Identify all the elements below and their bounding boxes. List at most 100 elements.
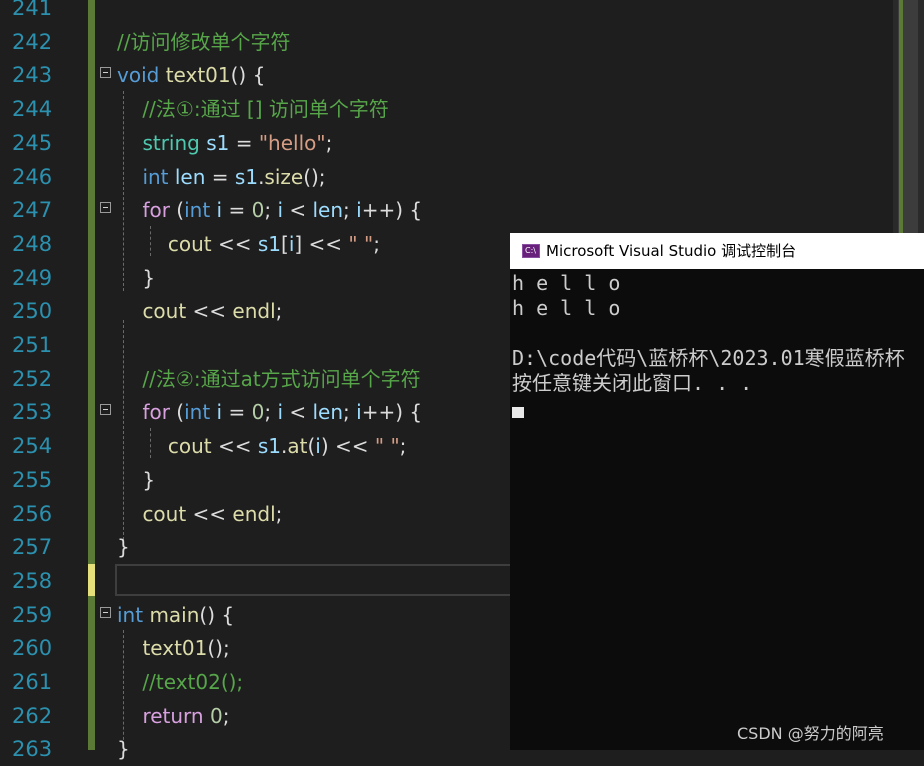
code-token: //访问修改单个字符 [117, 29, 291, 54]
code-text: } [117, 530, 130, 564]
code-token: s1 [206, 130, 230, 155]
line-number: 245 [12, 130, 53, 155]
code-token: (); [303, 164, 326, 189]
code-text: } [117, 261, 155, 295]
code-token: //法②:通过at方式访问单个字符 [117, 366, 421, 391]
fold-toggle-icon[interactable] [100, 67, 111, 79]
fold-toggle-icon[interactable] [100, 404, 111, 416]
console-title-bar[interactable]: C:\ Microsoft Visual Studio 调试控制台 [510, 233, 924, 269]
code-token: 0 [251, 198, 265, 223]
code-token: for [142, 400, 170, 425]
line-number: 263 [12, 737, 53, 762]
code-token: < [283, 400, 313, 425]
line-number: 258 [12, 568, 53, 593]
line-number: 246 [12, 164, 53, 189]
code-text: cout << s1[i] << " "; [117, 227, 380, 261]
code-token: [ [281, 231, 289, 256]
code-token: len [174, 164, 206, 189]
code-token: at [287, 434, 308, 459]
code-text: } [117, 463, 155, 497]
line-number: 255 [12, 467, 53, 492]
console-icon-label: C:\ [525, 246, 536, 255]
code-token: s1 [257, 231, 281, 256]
code-token: } [117, 737, 130, 762]
line-number: 254 [12, 434, 53, 459]
fold-toggle-icon[interactable] [100, 202, 111, 214]
code-token: s1 [234, 164, 259, 189]
code-token: } [117, 467, 156, 492]
line-number: 260 [12, 636, 53, 661]
code-token: ) << [320, 434, 375, 459]
line-number: 253 [12, 400, 53, 425]
code-token: cout [142, 501, 187, 526]
code-token: int [184, 400, 211, 425]
code-token: ++) { [361, 198, 423, 223]
code-token: size [264, 164, 304, 189]
watermark: CSDN @努力的阿亮 [737, 724, 884, 743]
code-text: //访问修改单个字符 [117, 25, 290, 59]
line-number: 262 [12, 703, 53, 728]
code-token: << [211, 231, 258, 256]
code-text: for (int i = 0; i < len; i++) { [117, 193, 422, 227]
console-output: h e l l oh e l l o D:\code代码\蓝桥杯\2023.01寒… [512, 271, 924, 396]
line-number: 250 [12, 299, 53, 324]
code-token: < [283, 198, 313, 223]
code-token: endl [232, 299, 276, 324]
line-number: 259 [12, 602, 53, 627]
code-token: (); [207, 636, 230, 661]
code-token: void [117, 63, 160, 88]
line-number: 244 [12, 97, 53, 122]
code-line[interactable]: 244 //法①:通过 [] 访问单个字符 [0, 92, 900, 126]
code-token: = [222, 198, 252, 223]
code-token: = [205, 164, 235, 189]
code-text: //法①:通过 [] 访问单个字符 [117, 92, 388, 126]
code-text: cout << endl; [117, 497, 282, 531]
code-text: //法②:通过at方式访问单个字符 [117, 362, 421, 396]
code-token: 0 [251, 400, 265, 425]
line-number: 249 [12, 265, 53, 290]
code-token: ; [343, 198, 357, 223]
code-token: << [211, 434, 258, 459]
code-line[interactable]: 243 void text01() { [0, 58, 900, 92]
code-text: cout << s1.at(i) << " "; [117, 429, 407, 463]
code-text: text01(); [117, 631, 230, 665]
code-token: = [222, 400, 252, 425]
line-number: 252 [12, 366, 53, 391]
code-token: = [229, 130, 259, 155]
code-line[interactable]: 241 [0, 0, 900, 25]
code-line[interactable]: 246 int len = s1.size(); [0, 160, 900, 194]
line-number: 243 [12, 63, 53, 88]
debug-console-window[interactable]: C:\ Microsoft Visual Studio 调试控制台 h e l … [510, 233, 924, 750]
fold-toggle-icon[interactable] [100, 606, 111, 618]
code-token: int [142, 164, 169, 189]
code-token: ++) { [361, 400, 423, 425]
code-token: ; [343, 400, 357, 425]
line-number: 251 [12, 333, 53, 357]
code-token: << [186, 299, 233, 324]
code-text: for (int i = 0; i < len; i++) { [117, 395, 422, 429]
code-token: main [149, 602, 200, 627]
code-token: ; [399, 434, 407, 459]
code-line[interactable]: 242 //访问修改单个字符 [0, 25, 900, 59]
line-number: 257 [12, 535, 53, 560]
code-token: " " [348, 231, 374, 256]
code-token: } [117, 535, 130, 560]
code-text: int main() { [117, 598, 234, 632]
code-token: ( [169, 198, 185, 223]
code-token: text01 [165, 63, 231, 88]
code-line[interactable]: 245 string s1 = "hello"; [0, 126, 900, 160]
code-token: ( [169, 400, 185, 425]
code-line[interactable]: 247 for (int i = 0; i < len; i++) { [0, 193, 900, 227]
console-line: D:\code代码\蓝桥杯\2023.01寒假蓝桥杯 [512, 346, 905, 370]
code-token: int [117, 602, 144, 627]
code-token: for [142, 198, 170, 223]
code-token: ] << [294, 231, 349, 256]
